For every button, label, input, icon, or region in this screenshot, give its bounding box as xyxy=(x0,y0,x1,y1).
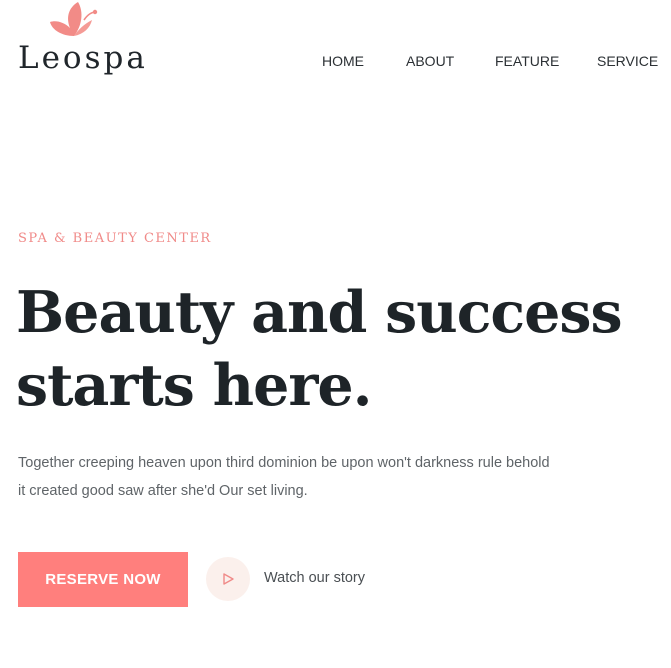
hero-actions: RESERVE NOW Watch our story xyxy=(18,552,418,607)
hero-headline-line-1: Beauty and success xyxy=(16,279,623,346)
hero-headline: Beauty and success starts here. xyxy=(16,276,636,422)
watch-story-link[interactable]: Watch our story xyxy=(206,557,406,602)
butterfly-icon xyxy=(50,2,98,36)
reserve-now-button[interactable]: RESERVE NOW xyxy=(18,552,188,607)
hero-headline-line-2: starts here. xyxy=(16,352,372,419)
play-button[interactable] xyxy=(206,557,250,601)
nav-item-feature[interactable]: FEATURE xyxy=(495,53,559,69)
hero-description-line-2: it created good saw after she'd Our set … xyxy=(18,483,308,499)
main-nav: HOME ABOUT FEATURE SERVICE xyxy=(0,53,671,73)
play-icon xyxy=(223,573,234,585)
nav-item-service[interactable]: SERVICE xyxy=(597,53,658,69)
watch-story-label: Watch our story xyxy=(264,570,365,586)
hero-description-line-1: Together creeping heaven upon third domi… xyxy=(18,455,550,471)
nav-item-about[interactable]: ABOUT xyxy=(406,53,454,69)
nav-item-home[interactable]: HOME xyxy=(322,53,364,69)
hero-description: Together creeping heaven upon third domi… xyxy=(18,449,598,505)
hero-eyebrow: SPA & BEAUTY CENTER xyxy=(18,231,212,246)
